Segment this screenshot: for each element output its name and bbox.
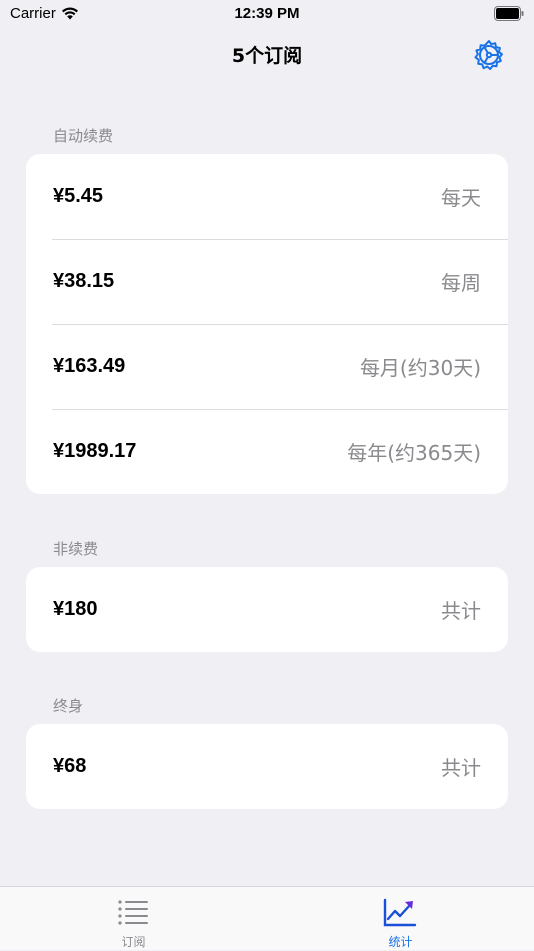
chart-icon [383, 898, 417, 927]
tab-bar: 订阅 统计 [0, 886, 534, 950]
section-header-non-renew: 非续费 [53, 540, 99, 558]
period-label: 每年(约365天) [347, 441, 481, 465]
list-icon [118, 900, 148, 925]
status-time: 12:39 PM [234, 5, 300, 22]
list-item[interactable]: ¥38.15 每周 [26, 239, 508, 324]
list-item[interactable]: ¥5.45 每天 [26, 154, 508, 239]
period-label: 每周 [441, 271, 481, 295]
amount-label: ¥68 [53, 755, 87, 777]
period-label: 每天 [441, 186, 481, 210]
amount-label: ¥5.45 [53, 185, 104, 207]
period-label: 每月(约30天) [359, 356, 481, 380]
list-item[interactable]: ¥68 共计 [26, 724, 508, 809]
status-bar: Carrier 12:39 PM [0, 0, 534, 30]
list-item[interactable]: ¥180 共计 [26, 567, 508, 652]
amount-label: ¥163.49 [53, 355, 126, 377]
tab-label: 统计 [388, 935, 413, 949]
list-item[interactable]: ¥1989.17 每年(约365天) [26, 409, 508, 494]
tab-label: 订阅 [121, 935, 146, 949]
page-title: 5个订阅 [231, 45, 303, 67]
tab-subscriptions[interactable]: 订阅 [0, 887, 267, 951]
gear-icon[interactable] [472, 38, 506, 72]
tab-statistics[interactable]: 统计 [267, 887, 534, 951]
section-header-lifetime: 终身 [53, 697, 84, 715]
amount-label: ¥1989.17 [53, 440, 137, 462]
period-label: 共计 [441, 756, 481, 780]
amount-label: ¥180 [53, 598, 98, 620]
non-renew-card: ¥180 共计 [26, 567, 508, 652]
auto-renew-card: ¥5.45 每天 ¥38.15 每周 ¥163.49 每月(约30天) ¥198… [26, 154, 508, 494]
lifetime-card: ¥68 共计 [26, 724, 508, 809]
period-label: 共计 [441, 599, 481, 623]
list-item[interactable]: ¥163.49 每月(约30天) [26, 324, 508, 409]
section-header-auto-renew: 自动续费 [53, 127, 114, 145]
amount-label: ¥38.15 [53, 270, 115, 292]
battery-icon [494, 6, 524, 21]
